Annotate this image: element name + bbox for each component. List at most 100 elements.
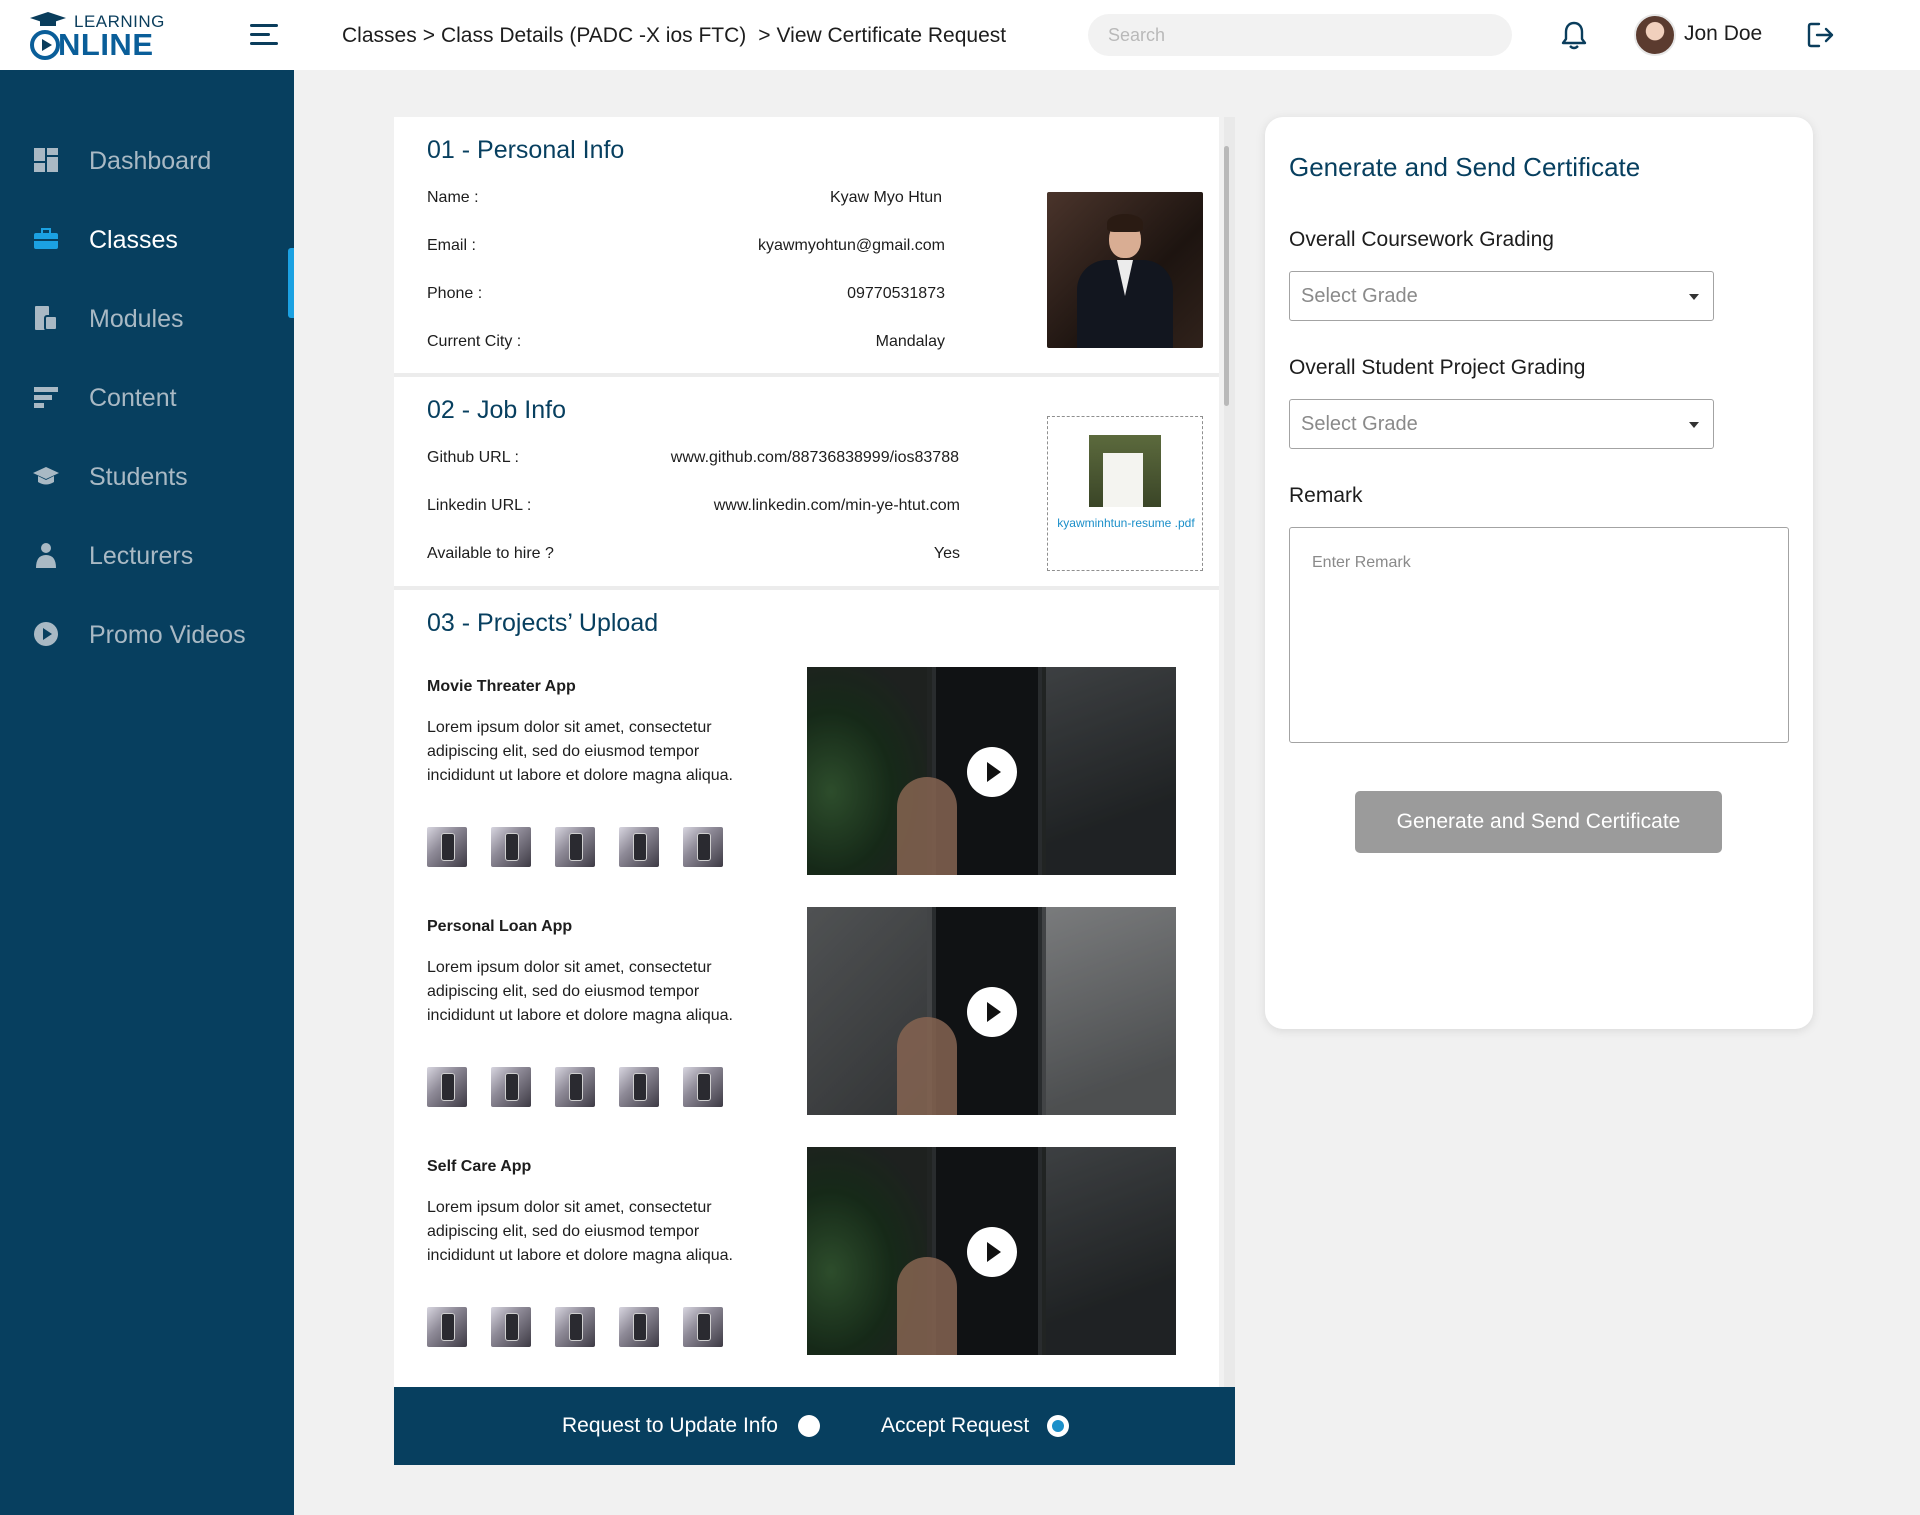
play-icon[interactable] bbox=[967, 1227, 1017, 1277]
screenshot-thumbnail[interactable] bbox=[619, 1067, 659, 1107]
top-bar: LEARNING NLINE Classes > Class Details (PA… bbox=[0, 0, 1920, 70]
email-label: Email : bbox=[427, 237, 476, 254]
accept-request-option-label[interactable]: Accept Request bbox=[881, 1414, 1029, 1438]
coursework-grade-select[interactable]: Select Grade bbox=[1289, 271, 1714, 321]
resume-file-name: kyawminhtun-resume .pdf bbox=[1057, 516, 1195, 530]
screenshot-thumbnail[interactable] bbox=[683, 1307, 723, 1347]
project-title: Personal Loan App bbox=[427, 918, 573, 935]
available-label: Available to hire ? bbox=[427, 545, 554, 562]
sidebar-item-label: Dashboard bbox=[89, 147, 212, 175]
sidebar-item-content[interactable]: Content bbox=[0, 369, 294, 425]
project-description: Lorem ipsum dolor sit amet, consectetur … bbox=[427, 959, 733, 1024]
select-value: Select Grade bbox=[1301, 285, 1418, 307]
learning-online-logo[interactable]: LEARNING NLINE bbox=[28, 10, 178, 62]
screenshot-thumbnail[interactable] bbox=[427, 1307, 467, 1347]
project-video[interactable] bbox=[807, 907, 1176, 1115]
screenshot-thumbnail[interactable] bbox=[491, 827, 531, 867]
project-screenshots bbox=[427, 1067, 747, 1107]
email-value: kyawmyohtun@gmail.com bbox=[758, 237, 945, 254]
screenshot-thumbnail[interactable] bbox=[555, 1067, 595, 1107]
notification-bell-icon[interactable] bbox=[1560, 20, 1588, 50]
sidebar-item-students[interactable]: Students bbox=[0, 448, 294, 504]
play-icon[interactable] bbox=[967, 987, 1017, 1037]
screenshot-thumbnail[interactable] bbox=[491, 1067, 531, 1107]
graduation-cap-logo-icon bbox=[30, 12, 66, 26]
sidebar-item-label: Content bbox=[89, 384, 177, 412]
name-label: Name : bbox=[427, 189, 479, 206]
personal-info-title: 01 - Personal Info bbox=[427, 136, 625, 164]
resume-attachment[interactable]: kyawminhtun-resume .pdf bbox=[1047, 416, 1203, 571]
linkedin-label: Linkedin URL : bbox=[427, 497, 532, 514]
phone-value: 09770531873 bbox=[847, 285, 945, 302]
play-icon[interactable] bbox=[967, 747, 1017, 797]
remark-textarea[interactable] bbox=[1289, 527, 1789, 743]
screenshot-thumbnail[interactable] bbox=[683, 1067, 723, 1107]
menu-toggle-icon[interactable] bbox=[250, 22, 278, 48]
screenshot-thumbnail[interactable] bbox=[619, 1307, 659, 1347]
chevron-down-icon bbox=[1689, 294, 1699, 300]
project-title: Movie Threater App bbox=[427, 678, 576, 695]
sidebar-item-lecturers[interactable]: Lecturers bbox=[0, 527, 294, 583]
request-update-option-label[interactable]: Request to Update Info bbox=[562, 1414, 778, 1438]
sidebar-item-label: Classes bbox=[89, 226, 178, 254]
logout-icon[interactable] bbox=[1806, 20, 1836, 50]
name-value: Kyaw Myo Htun bbox=[829, 189, 942, 206]
profile-photo bbox=[1047, 192, 1203, 348]
screenshot-thumbnail[interactable] bbox=[619, 827, 659, 867]
scrollbar-thumb[interactable] bbox=[1224, 146, 1229, 406]
breadcrumb: Classes > Class Details (PADC -X ios FTC) >… bbox=[342, 24, 1006, 48]
graduation-cap-icon bbox=[33, 467, 59, 485]
user-avatar[interactable] bbox=[1634, 14, 1676, 56]
dashboard-icon bbox=[34, 148, 58, 172]
logo-play-o-icon bbox=[30, 30, 60, 60]
city-value: Mandalay bbox=[875, 333, 945, 350]
screenshot-thumbnail[interactable] bbox=[427, 1067, 467, 1107]
sidebar: Dashboard Classes Modules Content Studen… bbox=[0, 70, 294, 1515]
breadcrumb-separator: > bbox=[422, 24, 435, 47]
sidebar-item-label: Students bbox=[89, 463, 188, 491]
section-divider bbox=[394, 586, 1219, 590]
sidebar-item-label: Lecturers bbox=[89, 542, 194, 570]
request-action-bar: Request to Update Info Accept Request bbox=[394, 1387, 1235, 1465]
breadcrumb-separator: > bbox=[758, 24, 771, 47]
project-video[interactable] bbox=[807, 667, 1176, 875]
github-url-link[interactable]: www.github.com/88736838999/ios83788 bbox=[600, 449, 959, 467]
sidebar-item-classes[interactable]: Classes bbox=[0, 211, 294, 267]
breadcrumb-classes[interactable]: Classes bbox=[342, 24, 417, 47]
sidebar-item-modules[interactable]: Modules bbox=[0, 290, 294, 346]
screenshot-thumbnail[interactable] bbox=[555, 1307, 595, 1347]
logo-text-big: NLINE bbox=[58, 27, 154, 62]
projects-title: 03 - Projects’ Upload bbox=[427, 609, 659, 637]
project-grade-select[interactable]: Select Grade bbox=[1289, 399, 1714, 449]
coursework-grading-label: Overall Coursework Grading bbox=[1289, 228, 1554, 251]
user-name[interactable]: Jon Doe bbox=[1684, 22, 1762, 46]
sidebar-item-label: Modules bbox=[89, 305, 184, 333]
content-icon bbox=[34, 387, 58, 408]
request-update-radio[interactable] bbox=[798, 1415, 820, 1437]
section-divider bbox=[394, 373, 1219, 377]
sidebar-item-promo-videos[interactable]: Promo Videos bbox=[0, 606, 294, 662]
city-label: Current City : bbox=[427, 333, 522, 350]
screenshot-thumbnail[interactable] bbox=[555, 827, 595, 867]
sidebar-item-dashboard[interactable]: Dashboard bbox=[0, 132, 294, 188]
remark-label: Remark bbox=[1289, 484, 1363, 507]
available-value: Yes bbox=[933, 545, 960, 562]
resume-thumbnail bbox=[1089, 435, 1161, 507]
screenshot-thumbnail[interactable] bbox=[427, 827, 467, 867]
project-screenshots bbox=[427, 1307, 747, 1347]
certificate-card-title: Generate and Send Certificate bbox=[1289, 152, 1641, 182]
search-input[interactable] bbox=[1088, 14, 1512, 56]
project-description: Lorem ipsum dolor sit amet, consectetur … bbox=[427, 1199, 733, 1264]
screenshot-thumbnail[interactable] bbox=[683, 827, 723, 867]
lecturer-icon bbox=[36, 543, 56, 568]
linkedin-url-link[interactable]: www.linkedin.com/min-ye-htut.com bbox=[600, 497, 960, 515]
project-screenshots bbox=[427, 827, 747, 867]
accept-request-radio[interactable] bbox=[1047, 1415, 1069, 1437]
select-value: Select Grade bbox=[1301, 413, 1418, 435]
screenshot-thumbnail[interactable] bbox=[491, 1307, 531, 1347]
generate-send-certificate-button[interactable]: Generate and Send Certificate bbox=[1355, 791, 1722, 853]
project-video[interactable] bbox=[807, 1147, 1176, 1355]
phone-label: Phone : bbox=[427, 285, 483, 302]
breadcrumb-class-details[interactable]: Class Details (PADC -X ios FTC) bbox=[441, 24, 746, 47]
project-description: Lorem ipsum dolor sit amet, consectetur … bbox=[427, 719, 733, 784]
